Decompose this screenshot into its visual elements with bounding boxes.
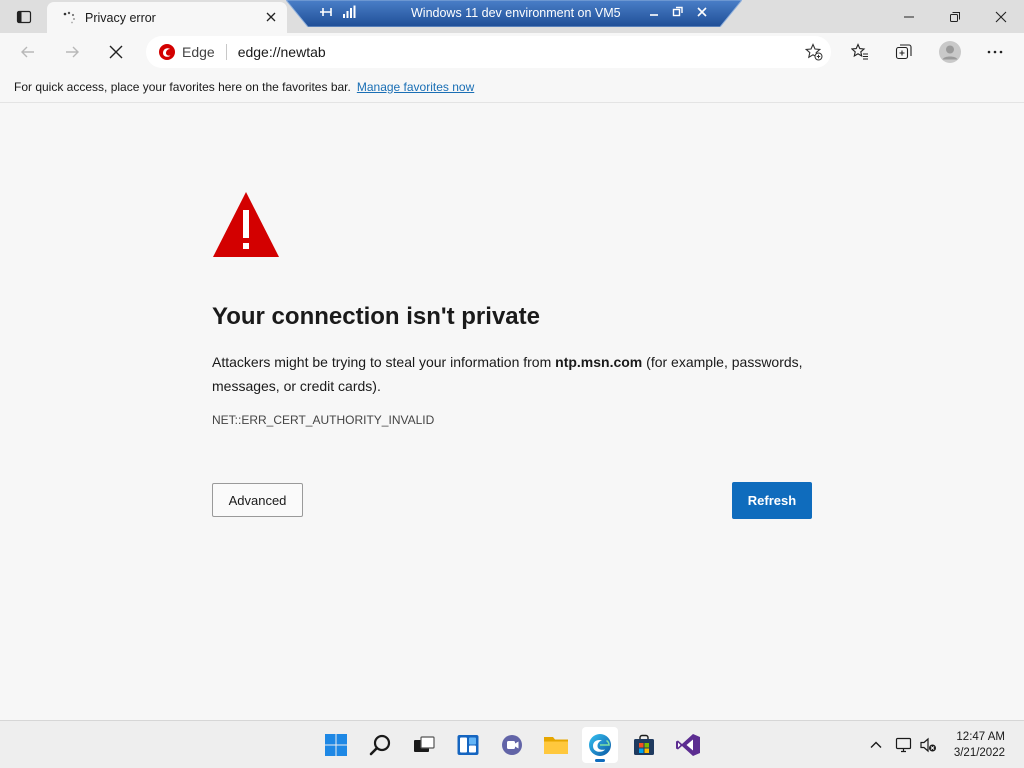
warning-triangle-icon [213, 192, 279, 257]
start-button[interactable] [318, 727, 354, 763]
site-identity-label[interactable]: Edge [182, 44, 215, 60]
folder-icon [544, 737, 568, 754]
favorites-bar-hint: For quick access, place your favorites h… [14, 79, 351, 94]
task-view-icon [414, 736, 435, 752]
favorites-button[interactable] [843, 36, 877, 68]
collections-button[interactable] [887, 36, 921, 68]
pin-icon[interactable] [318, 5, 334, 19]
edge-taskbar-button[interactable] [582, 727, 618, 763]
close-tab-icon[interactable] [263, 9, 279, 25]
network-icon [895, 737, 912, 753]
error-host: ntp.msn.com [555, 354, 643, 370]
search-icon [369, 734, 391, 756]
file-explorer-button[interactable] [538, 727, 574, 763]
settings-menu-button[interactable] [978, 36, 1012, 68]
refresh-button[interactable]: Refresh [732, 482, 812, 519]
restore-button[interactable] [932, 0, 978, 33]
chevron-up-icon [870, 741, 882, 748]
visual-studio-icon [676, 734, 700, 756]
edge-browser-icon [589, 734, 611, 756]
store-button[interactable] [626, 727, 662, 763]
task-view-button[interactable] [406, 727, 442, 763]
vm-restore-icon[interactable] [672, 5, 684, 19]
error-page: Your connection isn't private Attackers … [0, 104, 1024, 720]
arrow-right-icon [66, 46, 79, 58]
teams-chat-icon [502, 735, 522, 755]
signal-strength-icon [343, 5, 356, 18]
clock-time: 12:47 AM [956, 731, 1005, 743]
profile-button[interactable] [933, 36, 967, 68]
title-bar: Privacy error Windows 11 dev environment… [0, 0, 1024, 33]
error-description: Attackers might be trying to steal your … [212, 350, 822, 398]
minimize-button[interactable] [886, 0, 932, 33]
minimize-icon [904, 16, 914, 17]
stop-icon [109, 45, 123, 59]
tab-title: Privacy error [85, 10, 156, 25]
windows-logo-icon [325, 734, 347, 756]
search-button[interactable] [362, 727, 398, 763]
stop-loading-button[interactable] [99, 36, 133, 68]
visual-studio-button[interactable] [670, 727, 706, 763]
back-button[interactable] [11, 36, 45, 68]
volume-muted-icon [920, 737, 936, 753]
arrow-left-icon [21, 46, 34, 58]
tab-actions-icon[interactable] [8, 6, 40, 28]
close-icon [995, 11, 1007, 22]
widgets-button[interactable] [450, 727, 486, 763]
favorites-bar: For quick access, place your favorites h… [0, 71, 1024, 103]
error-description-prefix: Attackers might be trying to steal your … [212, 354, 556, 370]
volume-button[interactable] [918, 735, 938, 755]
restore-icon [950, 11, 960, 22]
edge-warning-icon [159, 44, 175, 60]
avatar-icon [939, 41, 961, 63]
clock-date: 3/21/2022 [953, 747, 1005, 759]
chat-button[interactable] [494, 727, 530, 763]
advanced-button[interactable]: Advanced [212, 483, 303, 517]
store-icon [634, 734, 654, 755]
show-hidden-icons-button[interactable] [866, 735, 886, 755]
address-bar[interactable]: Edge edge://newtab [146, 36, 831, 68]
network-status-button[interactable] [894, 735, 914, 755]
add-favorite-icon[interactable] [805, 43, 823, 61]
vm-connection-bar: Windows 11 dev environment on VM5 [286, 0, 742, 27]
collections-icon [895, 44, 912, 60]
error-heading: Your connection isn't private [212, 303, 540, 330]
more-options-icon [987, 50, 1003, 54]
vm-close-icon[interactable] [696, 5, 708, 19]
address-separator [225, 44, 227, 60]
url-text[interactable]: edge://newtab [238, 44, 326, 60]
favorites-list-icon [851, 43, 868, 60]
vm-title: Windows 11 dev environment on VM5 [411, 6, 621, 20]
taskbar: 12:47 AM 3/21/2022 [0, 720, 1024, 768]
vm-minimize-icon[interactable] [648, 5, 660, 19]
close-window-button[interactable] [978, 0, 1024, 33]
error-code: NET::ERR_CERT_AUTHORITY_INVALID [212, 413, 435, 427]
loading-spinner-icon [63, 11, 75, 23]
browser-tab-privacy-error[interactable]: Privacy error [47, 2, 287, 33]
system-clock[interactable]: 12:47 AM 3/21/2022 [954, 729, 1005, 761]
manage-favorites-link[interactable]: Manage favorites now [357, 80, 474, 94]
browser-toolbar: Edge edge://newtab [0, 33, 1024, 71]
forward-button[interactable] [55, 36, 89, 68]
widgets-icon [457, 735, 479, 755]
